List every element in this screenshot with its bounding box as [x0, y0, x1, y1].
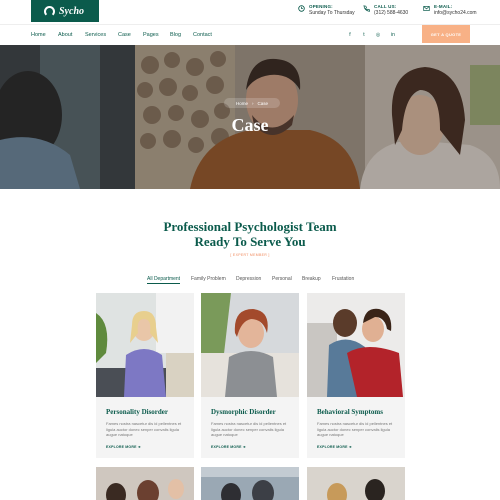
opening-info: OPENING: Sunday To Thursday: [298, 4, 355, 16]
filter-frustation[interactable]: Frustation: [332, 276, 354, 282]
nav-blog[interactable]: Blog: [170, 32, 181, 38]
section-tag: [ EXPERT MEMBER ]: [230, 253, 270, 257]
card-image: [96, 293, 194, 397]
mail-icon: [423, 6, 430, 11]
logo-text: Sycho: [59, 5, 84, 17]
explore-more-link[interactable]: EXPLORE MORE ➜: [211, 445, 246, 449]
card-title[interactable]: Personality Disorder: [106, 408, 168, 416]
section-title-line1: Professional Psychologist Team: [163, 219, 337, 234]
hero-banner: Home › Case Case: [0, 45, 500, 189]
nav-services[interactable]: Services: [85, 32, 106, 38]
case-card[interactable]: Personality Disorder Fames nostra nascet…: [96, 293, 194, 458]
case-card-image-partial[interactable]: [201, 467, 299, 500]
nav-home[interactable]: Home: [31, 32, 46, 38]
case-card[interactable]: Behavioral Symptoms Fames nostra nascetu…: [307, 293, 405, 458]
nav-contact[interactable]: Contact: [193, 32, 212, 38]
filter-all-department[interactable]: All Department: [147, 276, 181, 284]
card-title[interactable]: Dysmorphic Disorder: [211, 408, 276, 416]
call-info[interactable]: CALL US: (312) 588-4630: [363, 4, 408, 16]
facebook-icon[interactable]: f: [346, 31, 354, 39]
card-image: [307, 293, 405, 397]
opening-value: Sunday To Thursday: [309, 10, 355, 16]
breadcrumb-home[interactable]: Home: [236, 101, 248, 106]
card-image: [201, 293, 299, 397]
case-card-image-partial[interactable]: [307, 467, 405, 500]
phone-icon: [363, 5, 370, 12]
breadcrumb: Home › Case: [224, 98, 280, 108]
email-info[interactable]: E-MAIL: info@sycho24.com: [423, 4, 477, 16]
logo[interactable]: Sycho: [31, 0, 99, 22]
logo-mark-icon: [44, 5, 55, 17]
card-description: Fames nostra nascetur dis id pellentnes …: [211, 421, 287, 437]
top-bar: Sycho OPENING: Sunday To Thursday CALL U…: [0, 0, 500, 24]
twitter-icon[interactable]: t: [360, 31, 368, 39]
filter-family-problem[interactable]: Family Problem: [191, 276, 226, 282]
explore-more-link[interactable]: EXPLORE MORE ➜: [317, 445, 352, 449]
case-card-image-partial[interactable]: [96, 467, 194, 500]
case-card[interactable]: Dysmorphic Disorder Fames nostra nascetu…: [201, 293, 299, 458]
get-quote-button[interactable]: GET A QUOTE: [422, 25, 470, 43]
card-title[interactable]: Behavioral Symptoms: [317, 408, 383, 416]
card-description: Fames nostra nascetur dis id pellentnes …: [106, 421, 182, 437]
nav-pages[interactable]: Pages: [143, 32, 159, 38]
call-value: (312) 588-4630: [374, 10, 409, 16]
linkedin-icon[interactable]: in: [389, 31, 397, 39]
nav-about[interactable]: About: [58, 32, 72, 38]
section-title-line2: Ready To Serve You: [194, 234, 306, 249]
page-title: Case: [231, 115, 269, 135]
nav-case[interactable]: Case: [118, 32, 131, 38]
filter-depression[interactable]: Depression: [236, 276, 261, 282]
email-value: info@sycho24.com: [434, 10, 477, 16]
breadcrumb-current: Case: [257, 100, 269, 106]
filter-personal[interactable]: Personal: [272, 276, 292, 282]
breadcrumb-separator-icon: ›: [252, 100, 254, 106]
filter-breakup[interactable]: Breakup: [302, 276, 321, 282]
explore-more-link[interactable]: EXPLORE MORE ➜: [106, 445, 141, 449]
card-description: Fames nostra nascetur dis id pellentnes …: [317, 421, 393, 437]
instagram-icon[interactable]: ◎: [374, 31, 382, 39]
clock-icon: [298, 5, 305, 12]
